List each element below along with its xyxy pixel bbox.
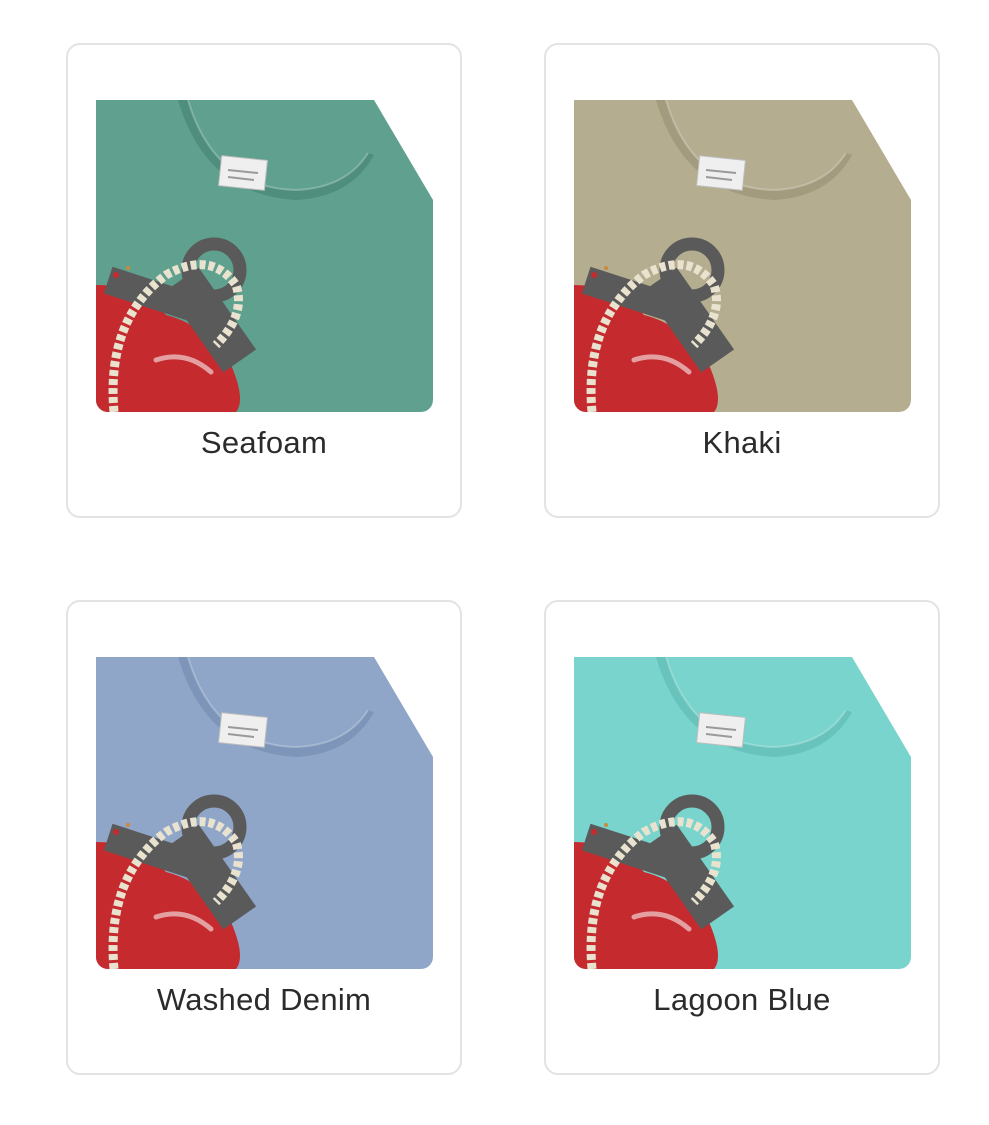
neck-tag-icon [218,155,268,191]
tshirt-image [574,100,911,412]
neck-tag-icon [218,712,268,748]
shirt-thumbnail-lagoon-blue [574,657,911,969]
tshirt-image [96,100,433,412]
swatch-label: Washed Denim [156,982,372,1017]
color-swatch-card-seafoam[interactable]: Seafoam [66,43,462,518]
color-swatch-card-lagoon-blue[interactable]: Lagoon Blue [544,600,940,1075]
shirt-thumbnail-washed-denim [96,657,433,969]
tshirt-image [574,657,911,969]
shirt-thumbnail-khaki [574,100,911,412]
swatch-label: Khaki [702,425,782,460]
neck-tag-icon [696,712,746,748]
color-swatch-card-washed-denim[interactable]: Washed Denim [66,600,462,1075]
swatch-label: Lagoon Blue [653,982,831,1017]
color-swatch-card-khaki[interactable]: Khaki [544,43,940,518]
shirt-thumbnail-seafoam [96,100,433,412]
neck-tag-icon [696,155,746,191]
tshirt-image [96,657,433,969]
swatch-label: Seafoam [200,425,328,460]
